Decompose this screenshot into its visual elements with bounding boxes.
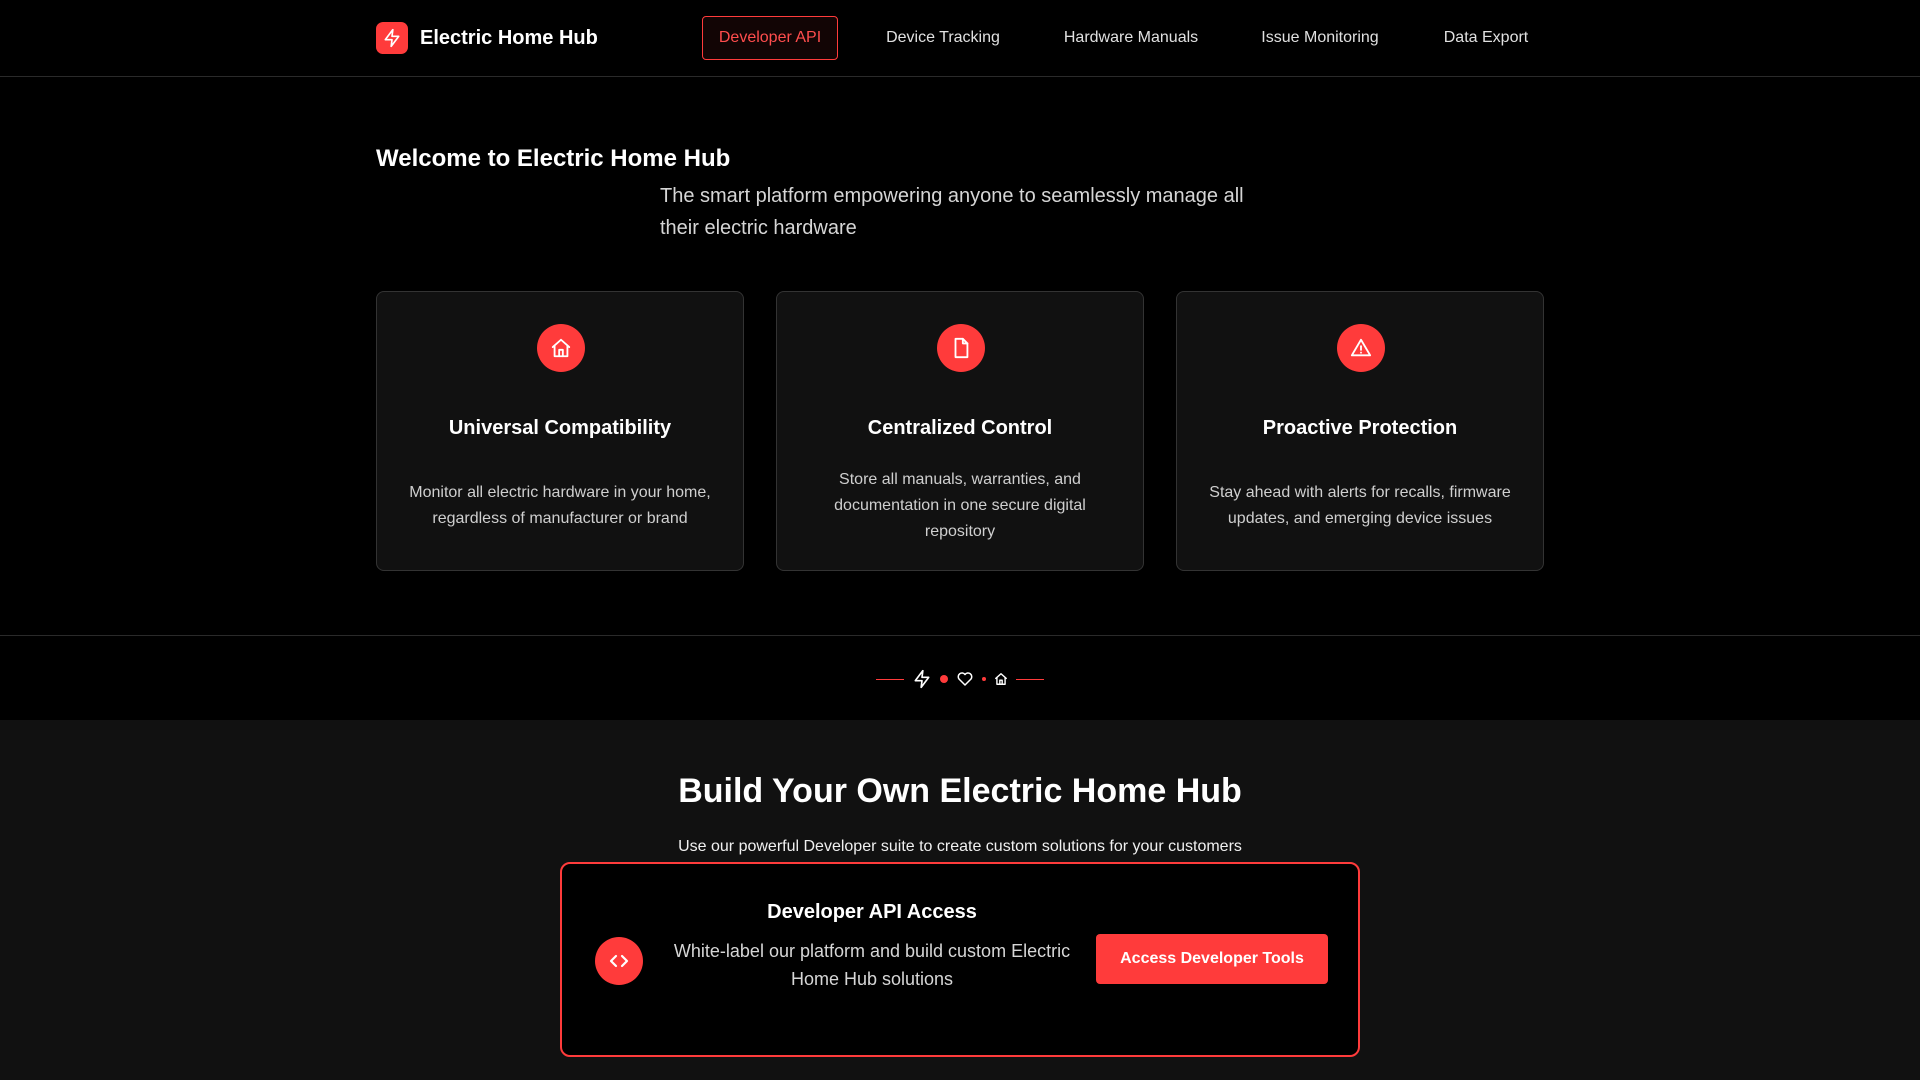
developer-api-card: Developer API Access White-label our pla… <box>560 862 1360 1057</box>
divider-dot <box>940 675 948 683</box>
home-icon <box>994 672 1008 686</box>
feature-title: Universal Compatibility <box>448 417 672 439</box>
feature-card-universal-compatibility: Universal Compatibility Monitor all elec… <box>376 291 744 571</box>
hero-subtitle: The smart platform empowering anyone to … <box>660 185 1244 239</box>
divider-line <box>1016 678 1044 680</box>
section-divider <box>0 635 1920 720</box>
nav-item-data-export[interactable]: Data Export <box>1436 16 1536 60</box>
home-icon <box>537 324 585 372</box>
hero-title: Welcome to Electric Home Hub <box>376 145 731 172</box>
top-navbar: Electric Home Hub Developer API Device T… <box>0 0 1920 77</box>
main-nav: Developer API Device Tracking Hardware M… <box>0 16 1920 60</box>
developer-card-description: White-label our platform and build custo… <box>673 941 1071 989</box>
access-developer-tools-button[interactable]: Access Developer Tools <box>1096 934 1328 984</box>
feature-description: Store all manuals, warranties, and docum… <box>834 471 1086 540</box>
feature-card-proactive-protection: Proactive Protection Stay ahead with ale… <box>1176 291 1544 571</box>
developer-section: Build Your Own Electric Home Hub Use our… <box>0 720 1920 1080</box>
developer-card-title: Developer API Access <box>767 901 977 923</box>
heart-icon <box>956 670 974 688</box>
nav-item-issue-monitoring[interactable]: Issue Monitoring <box>1252 16 1388 60</box>
nav-item-device-tracking[interactable]: Device Tracking <box>872 16 1014 60</box>
code-icon <box>595 937 643 985</box>
developer-title: Build Your Own Electric Home Hub <box>678 772 1242 810</box>
warning-icon <box>1337 324 1385 372</box>
document-icon <box>937 324 985 372</box>
developer-subtitle: Use our powerful Developer suite to crea… <box>678 838 1242 855</box>
feature-title: Centralized Control <box>867 417 1053 439</box>
divider-line <box>876 678 904 680</box>
feature-description: Stay ahead with alerts for recalls, firm… <box>1209 484 1511 527</box>
nav-item-hardware-manuals[interactable]: Hardware Manuals <box>1050 16 1212 60</box>
feature-description: Monitor all electric hardware in your ho… <box>409 484 711 527</box>
feature-card-centralized-control: Centralized Control Store all manuals, w… <box>776 291 1144 571</box>
divider-dot <box>982 677 986 681</box>
feature-title: Proactive Protection <box>1262 417 1458 439</box>
lightning-bolt-icon <box>912 669 932 689</box>
nav-item-developer-api[interactable]: Developer API <box>702 16 838 60</box>
